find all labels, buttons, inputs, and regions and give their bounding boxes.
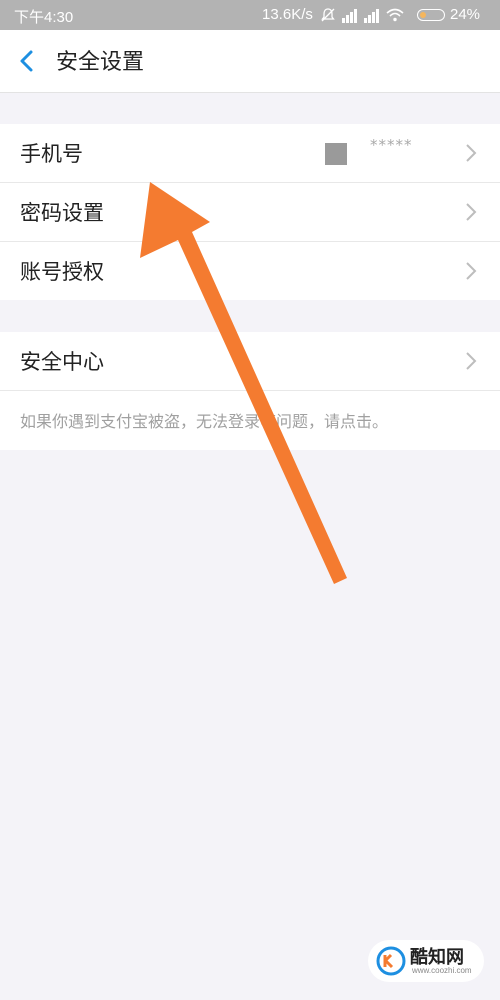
nav-bar: 安全设置: [0, 30, 500, 93]
chevron-right-icon: [466, 352, 477, 370]
password-settings-row[interactable]: 密码设置: [0, 183, 500, 242]
chevron-right-icon: [466, 203, 477, 221]
account-settings-group: 手机号 ***** 密码设置 账号授权: [0, 124, 500, 300]
chevron-right-icon: [466, 262, 477, 280]
watermark-url: www.coozhi.com: [412, 966, 472, 975]
page-title: 安全设置: [56, 50, 145, 75]
battery-icon: [417, 9, 445, 21]
phone-number-value: *****: [370, 136, 413, 154]
coozhi-logo-icon: [376, 946, 406, 976]
phone-number-row[interactable]: 手机号 *****: [0, 124, 500, 183]
status-icons: [320, 6, 404, 23]
hd-signal-icon: [364, 6, 380, 23]
security-center-row[interactable]: 安全中心: [0, 332, 500, 391]
watermark-badge: 酷知网 www.coozhi.com: [368, 940, 484, 982]
security-center-hint[interactable]: 如果你遇到支付宝被盗，无法登录等问题，请点击。: [20, 408, 388, 432]
chevron-right-icon: [466, 144, 477, 162]
phone-avatar-placeholder: [325, 143, 347, 165]
account-authorization-row[interactable]: 账号授权: [0, 242, 500, 300]
security-center-label: 安全中心: [20, 350, 104, 374]
phone-number-label: 手机号: [20, 142, 83, 166]
chevron-left-icon[interactable]: [14, 48, 40, 74]
signal-icon: [342, 6, 358, 23]
status-battery-percent: 24%: [450, 6, 481, 23]
password-settings-label: 密码设置: [20, 201, 104, 225]
status-network-speed: 13.6K/s: [262, 6, 313, 23]
mute-icon: [321, 7, 335, 21]
wifi-icon: [386, 8, 404, 21]
status-bar: 下午4:30 13.6K/s 24%: [0, 0, 500, 30]
security-center-group: 安全中心 如果你遇到支付宝被盗，无法登录等问题，请点击。: [0, 332, 500, 450]
account-authorization-label: 账号授权: [20, 260, 104, 284]
status-time: 下午4:30: [14, 9, 74, 26]
